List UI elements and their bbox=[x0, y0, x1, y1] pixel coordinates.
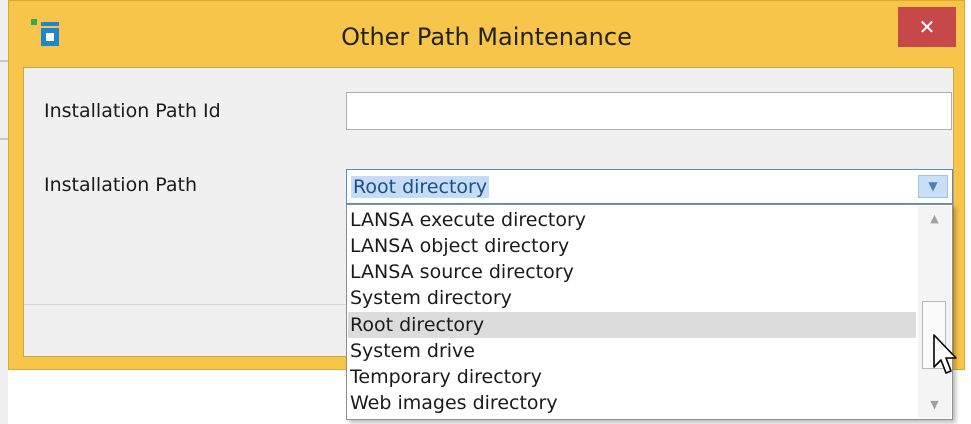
close-icon: ✕ bbox=[918, 15, 936, 39]
close-button[interactable]: ✕ bbox=[898, 7, 956, 47]
window-title: Other Path Maintenance bbox=[341, 23, 632, 51]
dropdown-option[interactable]: LANSA execute directory bbox=[348, 207, 916, 233]
scroll-up-icon: ▲ bbox=[930, 212, 939, 225]
scroll-down-icon: ▼ bbox=[930, 398, 939, 411]
dropdown-arrow-button[interactable]: ▼ bbox=[918, 175, 948, 198]
background-mark bbox=[0, 60, 8, 62]
installation-path-dropdown-list: LANSA execute directory LANSA object dir… bbox=[346, 204, 953, 420]
dropdown-option[interactable]: System directory bbox=[348, 285, 916, 311]
background-window-edge bbox=[0, 0, 8, 424]
scroll-up-button[interactable]: ▲ bbox=[918, 206, 951, 232]
dropdown-option[interactable]: LANSA object directory bbox=[348, 233, 916, 259]
background-mark bbox=[0, 138, 8, 140]
dropdown-scrollbar[interactable]: ▲ ▼ bbox=[918, 206, 951, 418]
dropdown-option[interactable]: Web images directory bbox=[348, 390, 916, 416]
dropdown-option[interactable]: System drive bbox=[348, 338, 916, 364]
installation-path-label: Installation Path bbox=[44, 174, 198, 196]
scroll-down-button[interactable]: ▼ bbox=[918, 392, 951, 418]
installation-path-value: Root directory bbox=[351, 176, 490, 198]
dropdown-option-selected[interactable]: Root directory bbox=[348, 312, 916, 338]
installation-path-combobox[interactable]: Root directory ▼ bbox=[346, 169, 953, 204]
mouse-pointer-icon bbox=[933, 334, 957, 374]
installation-path-id-input[interactable] bbox=[346, 92, 952, 130]
chevron-down-icon: ▼ bbox=[928, 179, 938, 193]
dropdown-option[interactable]: Temporary directory bbox=[348, 364, 916, 390]
installation-path-id-label: Installation Path Id bbox=[44, 100, 221, 122]
dropdown-option[interactable]: LANSA source directory bbox=[348, 259, 916, 285]
title-bar[interactable]: Other Path Maintenance ✕ bbox=[9, 1, 964, 67]
